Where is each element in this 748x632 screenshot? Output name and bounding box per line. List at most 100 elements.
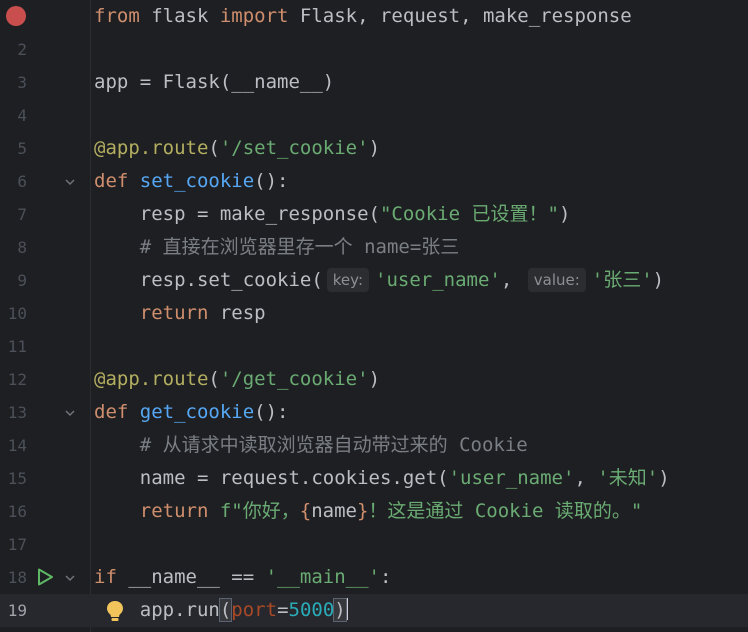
code-line[interactable]: 12 @app.route('/get_cookie'): [0, 363, 748, 396]
code-editor[interactable]: from flask import Flask, request, make_r…: [0, 0, 748, 632]
line-number[interactable]: 5: [0, 132, 27, 165]
code-line[interactable]: 9 resp.set_cookie(key:'user_name', value…: [0, 264, 748, 297]
code-line[interactable]: from flask import Flask, request, make_r…: [0, 0, 748, 33]
code-token: ): [658, 467, 670, 489]
code-token: port: [231, 599, 278, 621]
code-token: get_cookie: [139, 401, 255, 423]
fold-chevron-icon[interactable]: [63, 175, 77, 189]
line-number[interactable]: 16: [0, 495, 27, 528]
code-text[interactable]: return resp: [94, 297, 266, 330]
code-text[interactable]: from flask import Flask, request, make_r…: [94, 0, 632, 33]
code-token: '未知': [597, 467, 659, 489]
code-line[interactable]: 15 name = request.cookies.get('user_name…: [0, 462, 748, 495]
code-text[interactable]: @app.route('/set_cookie'): [94, 132, 380, 165]
code-token: __name__ ==: [116, 566, 266, 588]
code-line[interactable]: 7 resp = make_response("Cookie 已设置！"): [0, 198, 748, 231]
code-text[interactable]: app = Flask(__name__): [94, 66, 334, 99]
line-number[interactable]: 18: [0, 561, 27, 594]
code-token: ): [558, 203, 571, 225]
code-token: ): [652, 269, 665, 291]
code-token: =: [277, 599, 289, 621]
code-token: (: [208, 137, 220, 159]
code-text[interactable]: @app.route('/get_cookie'): [94, 363, 380, 396]
breakpoint-icon[interactable]: [6, 6, 26, 26]
code-text[interactable]: resp = make_response("Cookie 已设置！"): [94, 198, 571, 231]
code-token: app = Flask(__name__): [94, 71, 335, 93]
code-text[interactable]: # 从请求中读取浏览器自动带过来的 Cookie: [94, 429, 528, 462]
fold-chevron-icon[interactable]: [63, 571, 77, 585]
code-token: {: [299, 500, 312, 522]
code-line[interactable]: 4: [0, 99, 748, 132]
code-token: ():: [254, 170, 289, 192]
line-number[interactable]: 10: [0, 297, 27, 330]
code-token: # 直接在浏览器里存一个 name=张三: [94, 236, 460, 258]
code-token: name: [311, 500, 357, 522]
fold-chevron-icon[interactable]: [63, 406, 77, 420]
code-token: ,: [500, 269, 524, 291]
line-number[interactable]: 2: [0, 33, 27, 66]
code-text[interactable]: return f"你好，{name}！这是通过 Cookie 读取的。": [94, 495, 643, 528]
line-number[interactable]: 12: [0, 363, 27, 396]
line-number[interactable]: 19: [0, 594, 27, 627]
code-token: name = request.cookies.get(: [94, 467, 449, 489]
code-text[interactable]: # 直接在浏览器里存一个 name=张三: [94, 231, 460, 264]
line-number[interactable]: 15: [0, 462, 27, 495]
code-line[interactable]: 10 return resp: [0, 297, 748, 330]
code-line[interactable]: 14 # 从请求中读取浏览器自动带过来的 Cookie: [0, 429, 748, 462]
line-number[interactable]: 6: [0, 165, 27, 198]
code-token: set_cookie: [139, 170, 255, 192]
code-text[interactable]: app.run(port=5000): [94, 594, 348, 627]
code-line[interactable]: 18 if __name__ == '__main__':: [0, 561, 748, 594]
run-icon[interactable]: [35, 567, 55, 587]
code-token: f"你好，: [219, 500, 300, 522]
code-line[interactable]: 13 def get_cookie():: [0, 396, 748, 429]
code-token: '/get_cookie': [219, 368, 369, 390]
code-line[interactable]: 2: [0, 33, 748, 66]
code-text[interactable]: def get_cookie():: [94, 396, 289, 429]
code-token: @app.route: [94, 368, 209, 390]
line-number[interactable]: 3: [0, 66, 27, 99]
code-text[interactable]: name = request.cookies.get('user_name', …: [94, 462, 670, 495]
line-number[interactable]: 8: [0, 231, 27, 264]
code-line[interactable]: 16 return f"你好，{name}！这是通过 Cookie 读取的。": [0, 495, 748, 528]
code-token: # 从请求中读取浏览器自动带过来的 Cookie: [94, 434, 528, 456]
code-token: ():: [254, 401, 289, 423]
code-token: resp.set_cookie(: [94, 269, 323, 291]
code-token: flask: [139, 5, 220, 27]
line-number[interactable]: 14: [0, 429, 27, 462]
line-number[interactable]: 13: [0, 396, 27, 429]
code-token: if: [94, 566, 117, 588]
code-token: 5000: [288, 599, 335, 621]
code-line[interactable]: 8 # 直接在浏览器里存一个 name=张三: [0, 231, 748, 264]
code-token: def: [94, 401, 129, 423]
code-text[interactable]: def set_cookie():: [94, 165, 289, 198]
line-number[interactable]: 4: [0, 99, 27, 132]
code-line[interactable]: 19 app.run(port=5000): [0, 594, 748, 627]
code-line[interactable]: 3 app = Flask(__name__): [0, 66, 748, 99]
code-token: ): [368, 137, 381, 159]
code-token: from: [94, 5, 140, 27]
code-token: 'user_name': [375, 269, 501, 291]
line-number[interactable]: 11: [0, 330, 27, 363]
code-token: ,: [574, 467, 598, 489]
code-text[interactable]: resp.set_cookie(key:'user_name', value: '…: [94, 264, 664, 297]
code-line[interactable]: 6 def set_cookie():: [0, 165, 748, 198]
line-number[interactable]: 7: [0, 198, 27, 231]
code-line[interactable]: 5 @app.route('/set_cookie'): [0, 132, 748, 165]
code-line[interactable]: 11: [0, 330, 748, 363]
code-token: ！这是通过 Cookie 读取的。": [368, 500, 643, 522]
code-token: return: [139, 302, 209, 324]
code-line[interactable]: 17: [0, 528, 748, 561]
line-number[interactable]: 9: [0, 264, 27, 297]
code-token: resp = make_response(: [94, 203, 380, 225]
code-token: (: [208, 368, 220, 390]
code-text[interactable]: if __name__ == '__main__':: [94, 561, 391, 594]
line-number[interactable]: 17: [0, 528, 27, 561]
code-token: @app.route: [94, 137, 209, 159]
text-caret: [345, 598, 348, 620]
